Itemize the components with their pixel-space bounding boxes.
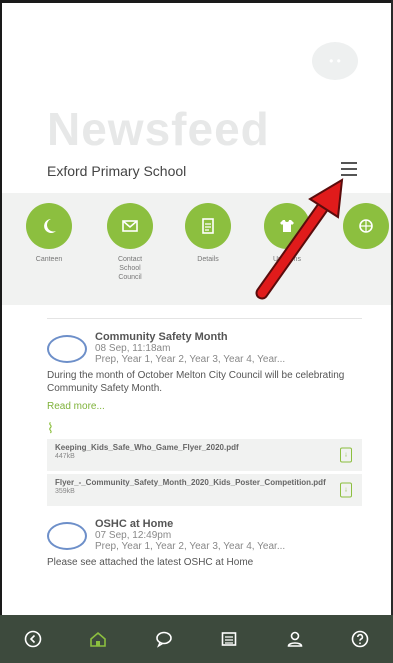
post-date: 07 Sep, 12:49pm <box>95 530 172 541</box>
annotation-arrow <box>255 178 344 300</box>
school-name: Exford Primary School <box>47 163 187 179</box>
window-top-border <box>0 0 393 3</box>
newsfeed-list: Community Safety Month 08 Sep, 11:18am P… <box>47 318 362 569</box>
news-post[interactable]: Community Safety Month 08 Sep, 11:18am P… <box>47 331 362 506</box>
post-date: 08 Sep, 11:18am <box>95 343 171 354</box>
attachment-item[interactable]: Keeping_Kids_Safe_Who_Game_Flyer_2020.pd… <box>47 439 362 471</box>
page-title: Newsfeed <box>47 103 270 155</box>
school-logo-icon <box>47 522 87 550</box>
envelope-icon <box>107 203 153 249</box>
chat-icon[interactable] <box>144 619 184 659</box>
attachment-size: 447kB <box>55 453 75 460</box>
post-audience: Prep, Year 1, Year 2, Year 3, Year 4, Ye… <box>95 354 286 365</box>
post-body: Please see attached the latest OSHC at H… <box>47 557 254 568</box>
avatar[interactable]: • • <box>312 42 358 80</box>
quick-link-label: Canteen <box>35 256 63 263</box>
quick-link-label: Contact School Council <box>117 256 143 281</box>
profile-icon[interactable] <box>275 619 315 659</box>
help-icon[interactable] <box>340 619 380 659</box>
home-icon[interactable] <box>78 619 118 659</box>
quick-link-contact-school-council[interactable]: Contact School Council <box>95 203 165 282</box>
file-icon: ↓ <box>340 482 352 498</box>
bottom-navigation <box>0 615 393 663</box>
post-title: Community Safety Month <box>95 331 228 343</box>
quick-link-details[interactable]: Details <box>173 203 243 264</box>
paperclip-icon: ⌇ <box>47 420 54 436</box>
quick-link-label: Details <box>197 256 219 263</box>
attachment-size: 359kB <box>55 488 75 495</box>
school-logo-icon <box>47 335 87 363</box>
news-post[interactable]: OSHC at Home 07 Sep, 12:49pm Prep, Year … <box>47 518 362 569</box>
attachment-item[interactable]: Flyer_-_Community_Safety_Month_2020_Kids… <box>47 474 362 506</box>
read-more-link[interactable]: Read more... <box>47 401 362 412</box>
moon-icon <box>26 203 72 249</box>
divider <box>47 318 362 319</box>
window-left-border <box>0 0 2 615</box>
file-icon: ↓ <box>340 447 352 463</box>
more-icon: • • <box>329 54 341 68</box>
attachment-name: Keeping_Kids_Safe_Who_Game_Flyer_2020.pd… <box>55 443 239 452</box>
post-title: OSHC at Home <box>95 518 174 530</box>
attachment-name: Flyer_-_Community_Safety_Month_2020_Kids… <box>55 478 326 487</box>
quick-link-canteen[interactable]: Canteen <box>14 203 84 264</box>
post-body: During the month of October Melton City … <box>47 370 345 394</box>
back-icon[interactable] <box>13 619 53 659</box>
post-audience: Prep, Year 1, Year 2, Year 3, Year 4, Ye… <box>95 541 286 552</box>
calendar-icon[interactable] <box>209 619 249 659</box>
document-icon <box>185 203 231 249</box>
